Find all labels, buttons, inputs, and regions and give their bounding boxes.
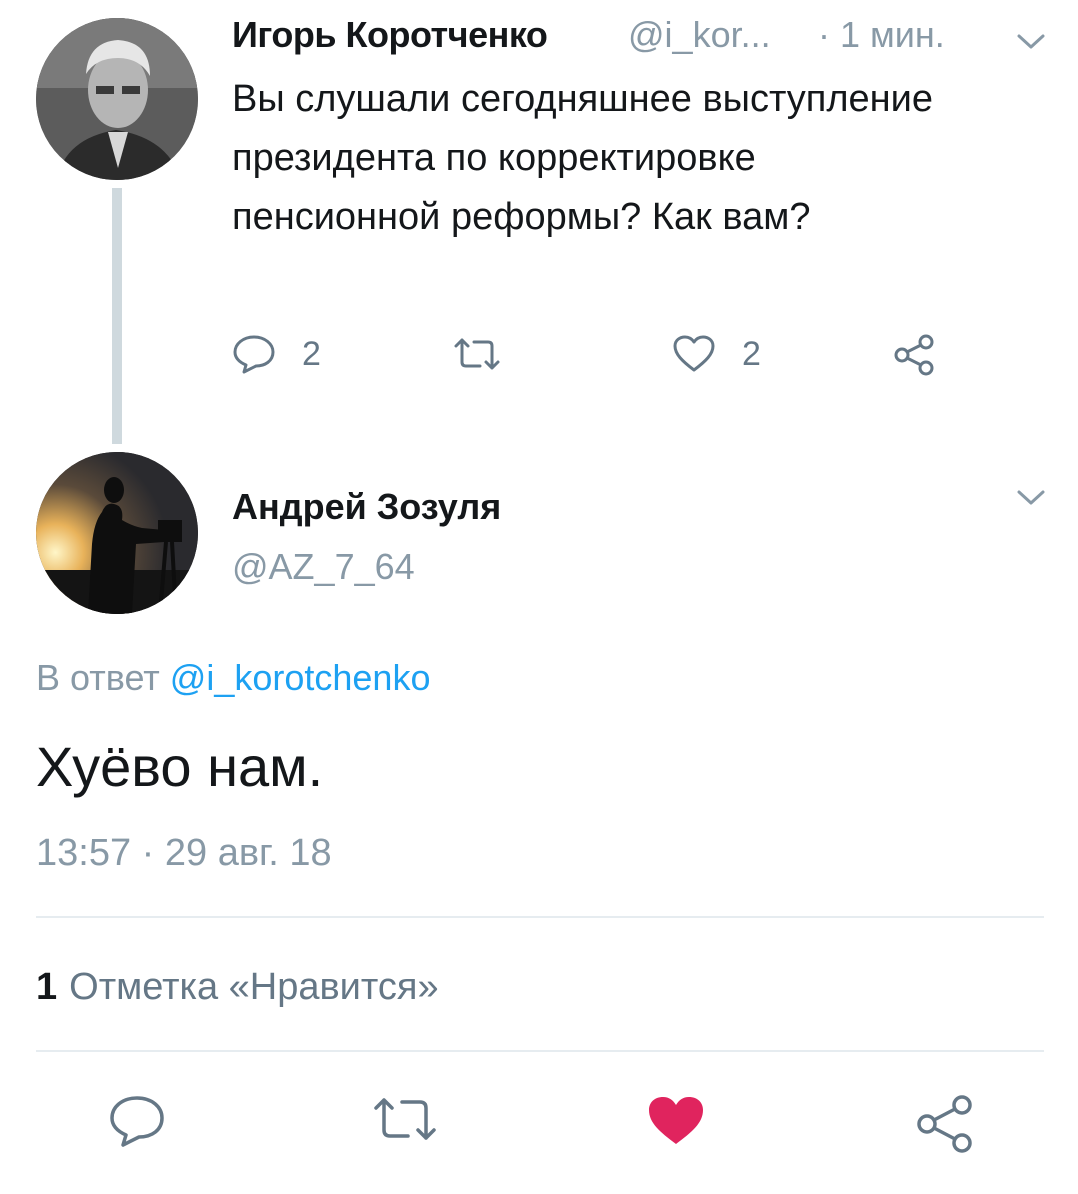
parent-retweet-button[interactable]	[452, 336, 502, 372]
parent-like-button[interactable]: 2	[672, 334, 761, 374]
share-icon	[914, 1095, 976, 1158]
retweet-button[interactable]	[372, 1094, 438, 1149]
likes-summary[interactable]: 1 Отметка «Нравится»	[36, 966, 439, 1009]
parent-like-count: 2	[742, 334, 761, 373]
parent-reply-count: 2	[302, 334, 321, 373]
parent-author-avatar[interactable]	[36, 18, 198, 180]
divider	[36, 1050, 1044, 1052]
retweet-icon	[372, 1098, 438, 1148]
parent-reply-button[interactable]: 2	[232, 334, 321, 374]
share-button[interactable]	[914, 1094, 976, 1159]
reply-button[interactable]	[108, 1094, 166, 1153]
reply-icon	[232, 334, 276, 374]
main-author-handle[interactable]: @AZ_7_64	[232, 546, 415, 588]
main-author-name[interactable]: Андрей Зозуля	[232, 486, 501, 528]
retweet-icon	[452, 336, 502, 372]
main-tweet-text: Хуёво нам.	[36, 735, 324, 798]
parent-timestamp[interactable]: · 1 мин.	[818, 14, 945, 56]
chevron-down-icon[interactable]	[1016, 32, 1046, 52]
reply-prefix: В ответ	[36, 657, 170, 698]
parent-tweet-text: Вы слушали сегодняшнее выступление прези…	[232, 78, 934, 238]
reply-context: В ответ @i_korotchenko	[36, 657, 430, 699]
main-author-avatar[interactable]	[36, 452, 198, 614]
like-icon	[672, 334, 716, 374]
parent-author-handle[interactable]: @i_kor...	[628, 14, 771, 56]
like-button[interactable]	[646, 1094, 706, 1153]
like-filled-icon	[646, 1097, 706, 1152]
likes-label: Отметка «Нравится»	[69, 966, 439, 1008]
parent-share-button[interactable]	[892, 334, 938, 376]
reply-mention-link[interactable]: @i_korotchenko	[170, 657, 431, 698]
share-icon	[892, 334, 938, 376]
chevron-down-icon[interactable]	[1016, 488, 1046, 508]
likes-count: 1	[36, 966, 58, 1008]
thread-connector-line	[112, 188, 122, 444]
reply-icon	[108, 1096, 166, 1152]
divider	[36, 916, 1044, 918]
main-tweet-datetime: 13:57 · 29 авг. 18	[36, 832, 332, 874]
parent-author-name[interactable]: Игорь Коротченко	[232, 14, 548, 56]
